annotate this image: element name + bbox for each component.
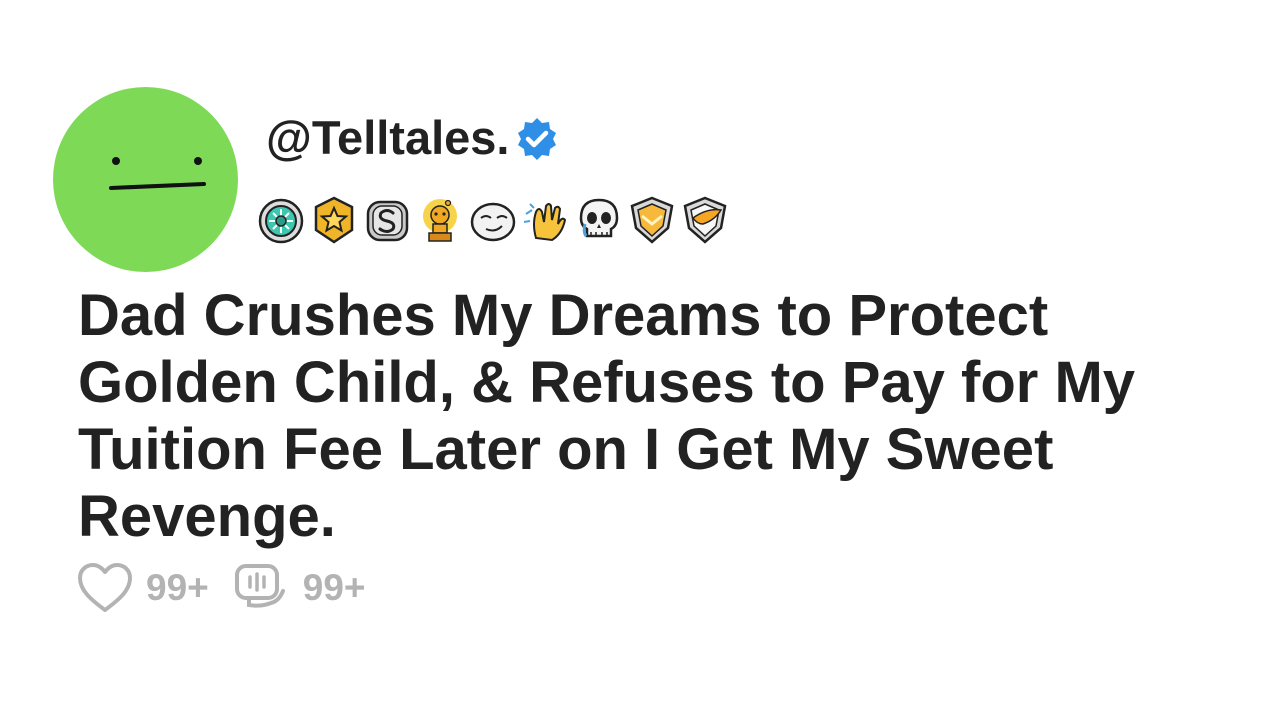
smirking-face-icon[interactable] (469, 194, 518, 246)
post-title[interactable]: Dad Crushes My Dreams to Protect Golden … (78, 282, 1228, 550)
post-card: @Telltales. Dad Crushes My Dreams to Pro… (0, 0, 1280, 720)
teal-gem-medal-icon[interactable] (257, 194, 306, 246)
gold-wing-shield-icon[interactable] (681, 194, 730, 246)
username-row: @Telltales. (266, 108, 560, 168)
comment-count: 99+ (302, 567, 366, 608)
post-stats: 99+ 99+ (76, 560, 390, 616)
comment-icon[interactable] (233, 561, 291, 615)
neutral-face-icon (109, 157, 206, 190)
gold-snoo-trophy-icon[interactable] (416, 194, 465, 246)
like-count: 99+ (146, 567, 209, 608)
verified-icon (514, 114, 560, 162)
avatar[interactable] (53, 87, 238, 272)
gold-star-medal-icon[interactable] (310, 194, 359, 246)
gold-chevron-shield-icon[interactable] (628, 194, 677, 246)
award-badges (257, 192, 730, 248)
silver-s-medal-icon[interactable] (363, 194, 412, 246)
crying-skull-icon[interactable] (575, 194, 624, 246)
clapping-hands-icon[interactable] (522, 194, 571, 246)
heart-icon[interactable] (76, 561, 134, 615)
username[interactable]: @Telltales. (266, 108, 510, 168)
